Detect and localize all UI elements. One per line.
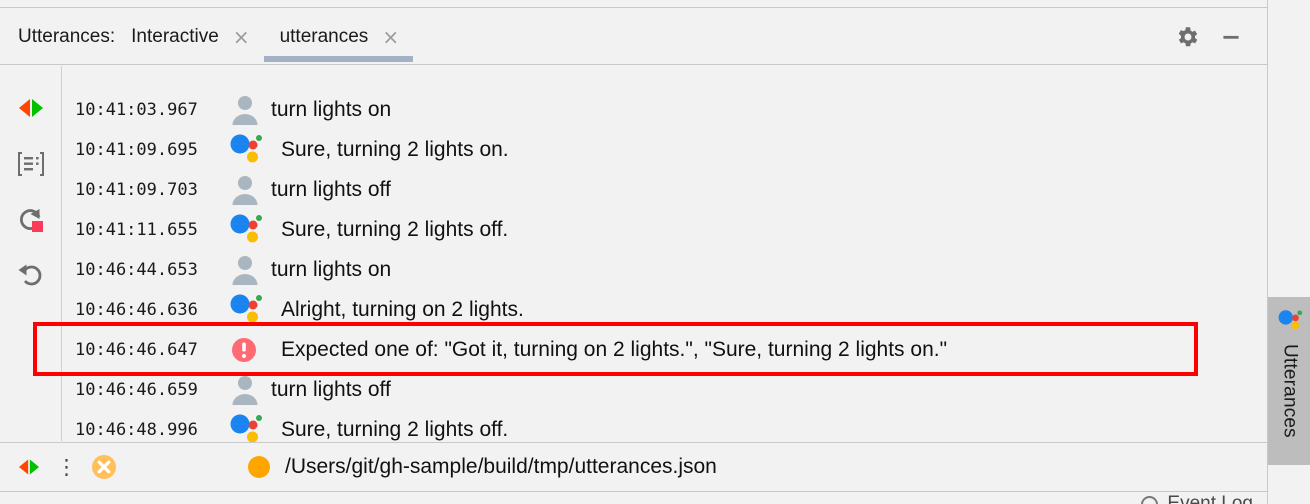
close-icon[interactable]: × [382,27,399,47]
log-row-text: turn lights off [271,378,391,401]
log-row-text: turn lights on [271,258,392,281]
event-log-label: Event Log [1167,493,1253,504]
log-row[interactable]: 10:41:09.695 Sure, turning 2 lights on. [63,130,1267,170]
log-row[interactable]: 10:46:44.653 turn lights on [63,250,1267,290]
log-row[interactable]: 10:46:46.659 turn lights off [63,370,1267,410]
sidebar-item-utterances-label: Utterances [1279,344,1301,438]
log-row-timestamp: 10:41:09.695 [75,140,198,160]
log-row-text: Expected one of: "Got it, turning on 2 l… [281,338,948,361]
log-row-text: Sure, turning 2 lights off. [281,418,509,441]
google-assistant-icon [229,133,269,167]
right-tool-strip: Utterances [1267,0,1310,504]
log-row[interactable]: 10:46:46.636 Alright, turning on 2 lights… [63,290,1267,330]
status-separator: ⋮ [56,454,77,479]
log-row-timestamp: 10:41:09.703 [75,180,198,200]
log-row-text: Sure, turning 2 lights on. [281,138,509,161]
log-row-text: turn lights off [271,178,391,201]
utterance-log-list[interactable]: 10:41:03.967 turn lights on 10:41:09.695 Su… [63,66,1267,443]
log-row-timestamp: 10:46:48.996 [75,420,198,440]
error-icon [229,333,269,367]
panel-tab-header: Utterances: Interactive × utterances × [0,9,1267,65]
event-log-button[interactable]: Event Log [1141,493,1253,504]
tab-utterances-label: utterances [279,25,369,47]
status-bar: ⋮ /Users/git/gh-sample/build/tmp/utteran… [0,442,1267,492]
log-row-timestamp: 10:46:46.659 [75,380,198,400]
google-assistant-icon [229,213,269,247]
orange-dot-icon [247,455,271,479]
log-row[interactable]: 10:41:11.655 Sure, turning 2 lights off. [63,210,1267,250]
panel-title: Utterances: [18,25,116,47]
user-avatar-icon [229,253,269,287]
panel-body: 10:41:03.967 turn lights on 10:41:09.695 Su… [0,66,1267,443]
rollback-icon[interactable] [0,248,62,304]
left-toolbar [0,66,62,441]
log-row-timestamp: 10:41:11.655 [75,220,198,240]
top-strip [0,0,1267,8]
tab-interactive[interactable]: Interactive × [115,9,263,65]
log-row-text: Sure, turning 2 lights off. [281,218,509,241]
log-row[interactable]: 10:41:03.967 turn lights on [63,90,1267,130]
event-log-icon [1141,495,1159,504]
close-icon[interactable]: × [233,27,250,47]
log-row-timestamp: 10:41:03.967 [75,100,198,120]
sidebar-item-utterances[interactable]: Utterances [1268,297,1310,465]
rerun-failed-icon[interactable] [0,192,62,248]
user-avatar-icon [229,93,269,127]
gear-icon[interactable] [1165,15,1209,59]
user-avatar-icon [229,373,269,407]
log-row-timestamp: 10:46:46.647 [75,340,198,360]
tab-utterances[interactable]: utterances × [263,9,414,65]
prev-next-diff-icon[interactable] [0,80,62,136]
result-file-path[interactable]: /Users/git/gh-sample/build/tmp/utterance… [285,455,717,479]
failed-x-icon [91,454,117,480]
log-row-timestamp: 10:46:44.653 [75,260,198,280]
google-assistant-icon [1277,309,1303,336]
event-log-strip: Event Log [0,493,1267,504]
show-diff-icon[interactable] [0,136,62,192]
minimize-icon[interactable] [1209,15,1253,59]
google-assistant-icon [229,293,269,327]
utterances-tool-window: Utterances: Interactive × utterances × 1… [0,0,1310,504]
log-row-text: turn lights on [271,98,392,121]
prev-next-diff-icon[interactable] [16,457,42,477]
log-row[interactable]: 10:41:09.703 turn lights off [63,170,1267,210]
log-row-timestamp: 10:46:46.636 [75,300,198,320]
log-row[interactable]: 10:46:46.647 Expected one of: "Got it, tu… [63,330,1267,370]
user-avatar-icon [229,173,269,207]
tab-interactive-label: Interactive [131,25,219,47]
log-row-text: Alright, turning on 2 lights. [281,298,524,321]
